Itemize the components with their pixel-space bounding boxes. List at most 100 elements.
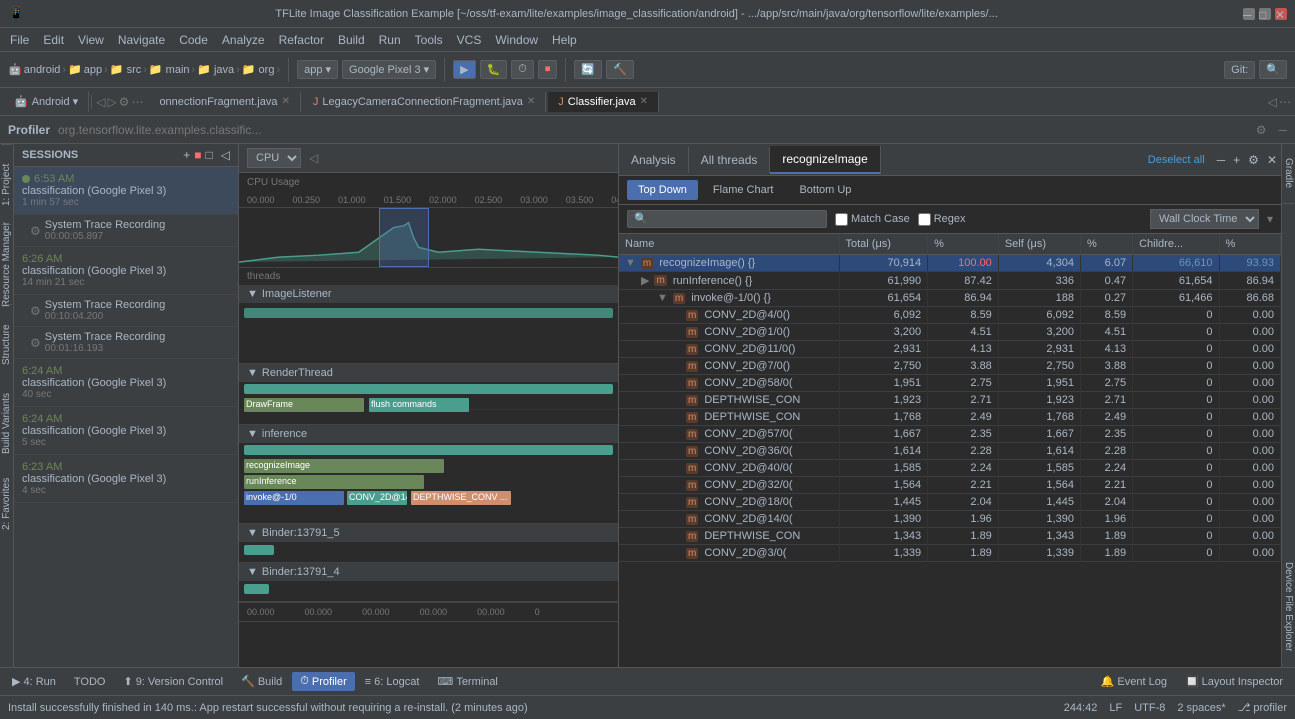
cpu-selector[interactable]: CPU: [247, 148, 301, 168]
table-row[interactable]: mCONV_2D@32/0(1,5642.211,5642.2100.00: [619, 477, 1281, 494]
app-selector-button[interactable]: app ▾: [297, 60, 338, 79]
menu-window[interactable]: Window: [489, 31, 544, 49]
view-tab-flame-chart[interactable]: Flame Chart: [702, 180, 785, 200]
device-selector-button[interactable]: Google Pixel 3 ▾: [342, 60, 436, 79]
thread-renderthread-header[interactable]: ▼ RenderThread: [239, 364, 618, 382]
minimize-button[interactable]: ─: [1243, 8, 1255, 20]
tab-icon-settings[interactable]: ⚙: [119, 95, 130, 109]
build-button[interactable]: 🔨: [606, 60, 634, 79]
project-panel-label[interactable]: 1: Project: [1, 144, 12, 224]
menu-view[interactable]: View: [72, 31, 110, 49]
btm-event-log-tab[interactable]: 🔔 Event Log: [1093, 672, 1175, 691]
table-row[interactable]: mCONV_2D@36/0(1,6142.281,6142.2800.00: [619, 443, 1281, 460]
session-sub-1[interactable]: ⚙ System Trace Recording 00:00:05.897: [14, 215, 238, 247]
thread-inference-header[interactable]: ▼ inference: [239, 425, 618, 443]
menu-code[interactable]: Code: [173, 31, 214, 49]
expand-arrow[interactable]: ▼: [625, 257, 636, 269]
session-item-6[interactable]: 6:23 AM classification (Google Pixel 3) …: [14, 455, 238, 503]
bc-org[interactable]: 📁 org: [242, 63, 275, 76]
table-row[interactable]: mCONV_2D@57/0(1,6672.351,6672.3500.00: [619, 426, 1281, 443]
run-button[interactable]: ▶: [453, 60, 475, 79]
table-row[interactable]: mCONV_2D@7/0()2,7503.882,7503.8800.00: [619, 358, 1281, 375]
table-row[interactable]: ▶mrunInference() {}61,99087.423360.4761,…: [619, 272, 1281, 290]
btm-logcat-tab[interactable]: ≡ 6: Logcat: [357, 673, 428, 691]
col-self-pct[interactable]: %: [1080, 234, 1132, 255]
close-button[interactable]: ✕: [1275, 8, 1287, 20]
sessions-stop-button[interactable]: ■: [194, 148, 201, 162]
tab-android[interactable]: 🤖 Android ▾: [4, 91, 89, 112]
git-button[interactable]: Git:: [1224, 61, 1255, 79]
build-variants-label[interactable]: Build Variants: [1, 384, 12, 464]
analysis-tab-all-threads[interactable]: All threads: [689, 147, 771, 173]
tab-connection-fragment[interactable]: onnectionFragment.java ✕: [149, 92, 300, 112]
maximize-button[interactable]: □: [1259, 8, 1271, 20]
analysis-tab-analysis[interactable]: Analysis: [619, 147, 689, 173]
session-sub-2[interactable]: ⚙ System Trace Recording 00:10:04.200: [14, 295, 238, 327]
time-selector[interactable]: Wall Clock Time: [1150, 209, 1259, 229]
status-lf[interactable]: LF: [1109, 702, 1122, 714]
collapse-icon[interactable]: ─: [1213, 151, 1230, 169]
table-row[interactable]: mCONV_2D@4/0()6,0928.596,0928.5900.00: [619, 307, 1281, 324]
status-charset[interactable]: UTF-8: [1134, 702, 1165, 714]
filter-input[interactable]: [627, 210, 827, 228]
session-sub-3[interactable]: ⚙ System Trace Recording 00:01:16.193: [14, 327, 238, 359]
sessions-kill-button[interactable]: □: [206, 148, 213, 162]
menu-navigate[interactable]: Navigate: [112, 31, 171, 49]
tabs-more-button[interactable]: ⋯: [1279, 95, 1291, 109]
settings-icon[interactable]: ⚙: [1244, 151, 1263, 169]
match-case-option[interactable]: Match Case: [835, 213, 910, 226]
col-children[interactable]: Childre...: [1133, 234, 1219, 255]
regex-option[interactable]: Regex: [918, 213, 966, 226]
col-children-pct[interactable]: %: [1219, 234, 1280, 255]
expand-arrow[interactable]: ▼: [657, 292, 668, 304]
tab-legacy-camera[interactable]: J LegacyCameraConnectionFragment.java ✕: [303, 92, 546, 112]
sessions-add-button[interactable]: +: [183, 148, 190, 162]
table-row[interactable]: ▼minvoke@-1/0() {}61,65486.941880.2761,4…: [619, 290, 1281, 307]
sync-button[interactable]: 🔄: [574, 60, 602, 79]
session-item-5[interactable]: 6:24 AM classification (Google Pixel 3) …: [14, 407, 238, 455]
session-item-2[interactable]: 6:26 AM classification (Google Pixel 3) …: [14, 247, 238, 295]
menu-tools[interactable]: Tools: [409, 31, 449, 49]
gradle-label[interactable]: Gradle: [1283, 144, 1294, 204]
status-branch[interactable]: ⎇ profiler: [1238, 701, 1287, 714]
col-total-pct[interactable]: %: [928, 234, 999, 255]
table-row[interactable]: ▼mrecognizeImage() {}70,914100.004,3046.…: [619, 255, 1281, 272]
btm-run-tab[interactable]: ▶ 4: Run: [4, 672, 64, 691]
menu-vcs[interactable]: VCS: [451, 31, 488, 49]
close-panel-icon[interactable]: ✕: [1263, 151, 1281, 169]
view-tab-bottom-up[interactable]: Bottom Up: [788, 180, 862, 200]
tab-connection-close[interactable]: ✕: [281, 96, 289, 107]
tab-classifier[interactable]: J Classifier.java ✕: [548, 92, 659, 112]
table-row[interactable]: mDEPTHWISE_CON1,9232.711,9232.7100.00: [619, 392, 1281, 409]
regex-checkbox[interactable]: [918, 213, 931, 226]
profiler-settings-icon[interactable]: ⚙: [1256, 123, 1267, 137]
tab-legacy-close[interactable]: ✕: [527, 96, 535, 107]
session-item-1[interactable]: 6:53 AM classification (Google Pixel 3) …: [14, 167, 238, 215]
expand-icon[interactable]: +: [1229, 151, 1244, 169]
structure-panel-label[interactable]: Structure: [1, 304, 12, 384]
col-total-us[interactable]: Total (μs): [839, 234, 928, 255]
debug-button[interactable]: 🐛: [480, 60, 508, 79]
btm-terminal-tab[interactable]: ⌨ Terminal: [429, 672, 505, 691]
table-row[interactable]: mDEPTHWISE_CON1,3431.891,3431.8900.00: [619, 528, 1281, 545]
table-row[interactable]: mCONV_2D@14/0(1,3901.961,3901.9600.00: [619, 511, 1281, 528]
status-indent[interactable]: 2 spaces*: [1177, 702, 1225, 714]
device-file-explorer-label[interactable]: Device File Explorer: [1283, 547, 1294, 667]
deselect-all-button[interactable]: Deselect all: [1140, 150, 1213, 170]
thread-binder4-header[interactable]: ▼ Binder:13791_4: [239, 563, 618, 581]
btm-layout-inspector-tab[interactable]: 🔲 Layout Inspector: [1177, 672, 1291, 691]
profile-button[interactable]: ⏱: [511, 60, 534, 79]
menu-run[interactable]: Run: [373, 31, 407, 49]
menu-analyze[interactable]: Analyze: [216, 31, 271, 49]
status-position[interactable]: 244:42: [1064, 702, 1098, 714]
thread-imagelistener-header[interactable]: ▼ ImageListener: [239, 285, 618, 303]
btm-profiler-tab[interactable]: ⏱ Profiler: [292, 672, 354, 691]
timeline-selection[interactable]: [379, 208, 429, 267]
table-row[interactable]: mDEPTHWISE_CON1,7682.491,7682.4900.00: [619, 409, 1281, 426]
btm-todo-tab[interactable]: TODO: [66, 673, 114, 691]
bc-android[interactable]: 🤖 android: [8, 63, 60, 76]
tab-icon-dots[interactable]: ⋯: [131, 95, 143, 109]
table-row[interactable]: mCONV_2D@18/0(1,4452.041,4452.0400.00: [619, 494, 1281, 511]
analysis-tab-recognize-image[interactable]: recognizeImage: [770, 146, 880, 174]
match-case-checkbox[interactable]: [835, 213, 848, 226]
